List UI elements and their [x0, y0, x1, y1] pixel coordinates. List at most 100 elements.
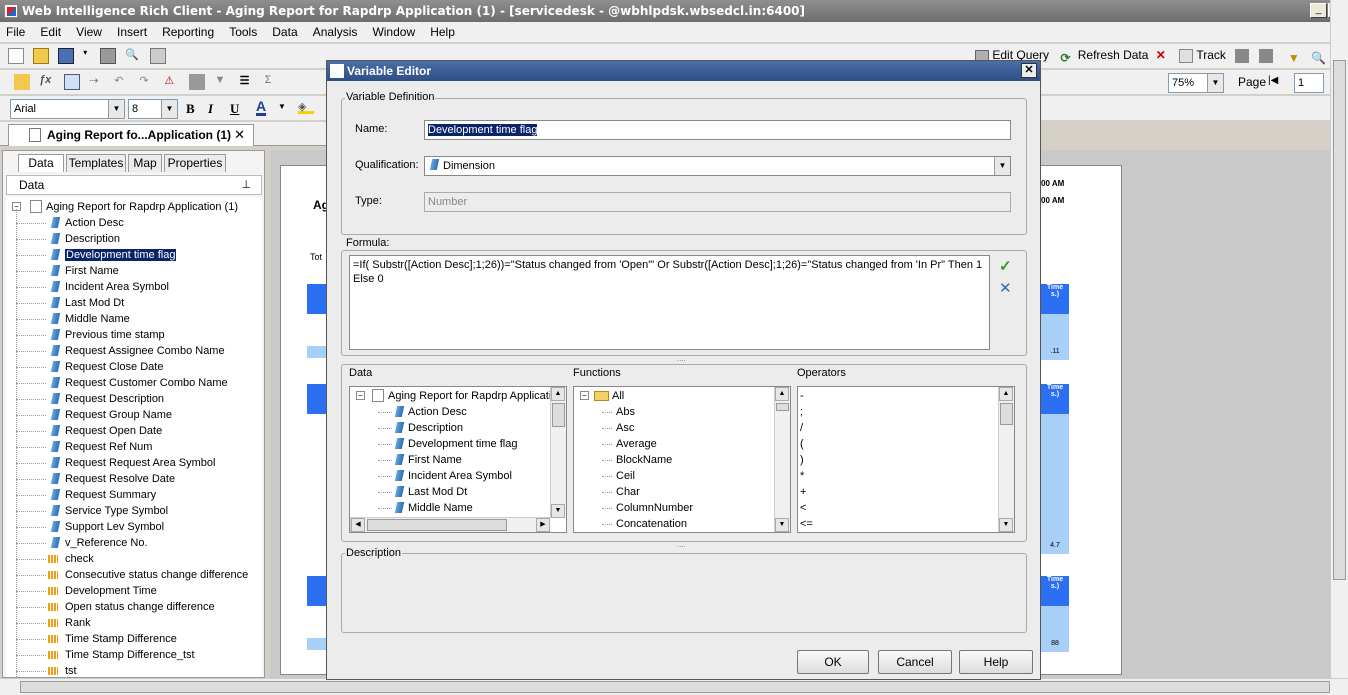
name-input[interactable]: Development time flag [424, 120, 1011, 140]
functions-root[interactable]: − All [578, 388, 624, 404]
drill-icon[interactable] [1235, 48, 1250, 63]
sort-icon[interactable]: ☰ [240, 74, 256, 90]
font-color-dropdown-icon[interactable]: ▼ [278, 102, 286, 111]
tab-properties[interactable]: Properties [164, 154, 226, 172]
function-item[interactable]: Asc [574, 420, 634, 436]
link-icon[interactable]: ⇢ [89, 74, 105, 90]
tree-item-dimension[interactable]: Request Customer Combo Name [6, 375, 262, 391]
tree-item-measure[interactable]: Consecutive status change difference [6, 567, 262, 583]
tree-item-measure[interactable]: tst [6, 663, 262, 677]
main-vscroll-thumb[interactable] [1333, 60, 1346, 580]
scroll-up-icon[interactable]: ▲ [551, 387, 565, 401]
dialog-close-button[interactable]: ✕ [1021, 63, 1037, 78]
tree-item-dimension[interactable]: Description [6, 231, 262, 247]
data-palette-item[interactable]: Middle Name [350, 500, 473, 516]
tree-item-measure[interactable]: check [6, 551, 262, 567]
tree-item-dimension[interactable]: Support Lev Symbol [6, 519, 262, 535]
operator-item[interactable]: - [800, 388, 804, 404]
tree-item-dimension[interactable]: Incident Area Symbol [6, 279, 262, 295]
formula-editor[interactable]: =If( Substr([Action Desc];1;26))="Status… [349, 255, 990, 350]
first-page-icon[interactable]: |◀ [1268, 75, 1278, 86]
operators-list[interactable]: -; /() * + < <= ▲ ▼ [797, 386, 1015, 533]
font-size-combo[interactable]: 8 ▼ [128, 99, 178, 119]
main-horizontal-scrollbar[interactable] [0, 678, 1348, 695]
drill-options-icon[interactable] [1258, 48, 1273, 63]
scroll-up-icon[interactable]: ▲ [775, 387, 789, 401]
list-vertical-scrollbar[interactable]: ▲ ▼ [550, 387, 566, 518]
scroll-down-icon[interactable]: ▼ [551, 504, 565, 518]
tree-item-measure[interactable]: Open status change difference [6, 599, 262, 615]
tree-item-dimension[interactable]: Request Ref Num [6, 439, 262, 455]
ranking-icon[interactable] [189, 74, 206, 90]
save-icon[interactable] [58, 48, 75, 64]
function-item[interactable]: Abs [574, 404, 635, 420]
zoom-combo[interactable]: 75% ▼ [1168, 73, 1224, 93]
tree-item-measure[interactable]: Rank [6, 615, 262, 631]
sum-icon[interactable]: Σ [265, 74, 281, 90]
font-color-icon[interactable]: A [256, 99, 267, 116]
tree-item-dimension[interactable]: Last Mod Dt [6, 295, 262, 311]
data-palette-item[interactable]: Incident Area Symbol [350, 468, 512, 484]
data-palette-item[interactable]: Description [350, 420, 463, 436]
save-dropdown-icon[interactable]: ▾ [83, 48, 91, 64]
find-icon[interactable]: 🔍 [125, 48, 141, 64]
document-tab[interactable]: Aging Report fo...Application (1) ✕ [8, 124, 254, 146]
tree-item-dimension[interactable]: Request Assignee Combo Name [6, 343, 262, 359]
list-vertical-scrollbar[interactable]: ▲ ▼ [774, 387, 790, 532]
tree-item-dimension[interactable]: Request Close Date [6, 359, 262, 375]
filter-icon[interactable]: ▼ [215, 74, 231, 90]
splitter-handle-2[interactable]: .... [677, 540, 686, 549]
menu-insert[interactable]: Insert [111, 22, 153, 42]
alerter-icon[interactable]: ⚠ [164, 74, 180, 90]
filter-bar-icon[interactable]: ▼ [1288, 49, 1302, 65]
function-item[interactable]: ColumnNumber [574, 500, 693, 516]
page-number-input[interactable]: 1 [1294, 73, 1324, 93]
minimize-button[interactable]: _ [1310, 3, 1327, 18]
formula-icon[interactable]: ƒx [39, 74, 55, 90]
splitter-handle-1[interactable]: .... [677, 354, 686, 363]
scroll-down-icon[interactable]: ▼ [999, 518, 1013, 532]
operator-item[interactable]: ( [800, 436, 804, 452]
menu-tools[interactable]: Tools [223, 22, 263, 42]
function-item[interactable]: Ceil [574, 468, 635, 484]
underline-icon[interactable]: U [230, 101, 239, 117]
zoom-dropdown-icon[interactable]: ▼ [1207, 74, 1223, 92]
tab-data[interactable]: Data [18, 154, 64, 172]
operator-item[interactable]: ; [800, 404, 803, 420]
tree-item-dimension[interactable]: Request Summary [6, 487, 262, 503]
tree-root[interactable]: − Aging Report for Rapdrp Application (1) [12, 199, 238, 215]
new-icon[interactable] [8, 48, 24, 64]
main-hscroll-thumb[interactable] [20, 681, 1330, 693]
data-palette-item[interactable]: First Name [350, 452, 462, 468]
tree-item-dimension[interactable]: Request Request Area Symbol [6, 455, 262, 471]
redo-icon[interactable]: ↷ [139, 74, 155, 90]
list-vertical-scrollbar[interactable]: ▲ ▼ [998, 387, 1014, 532]
qualification-dropdown-icon[interactable]: ▼ [994, 157, 1010, 175]
menu-analysis[interactable]: Analysis [307, 22, 364, 42]
undo-icon[interactable]: ↶ [114, 74, 130, 90]
tree-item-measure[interactable]: Time Stamp Difference [6, 631, 262, 647]
function-item[interactable]: Char [574, 484, 640, 500]
tree-item-dimension[interactable]: Middle Name [6, 311, 262, 327]
font-size-dropdown-icon[interactable]: ▼ [161, 100, 177, 118]
menu-help[interactable]: Help [424, 22, 461, 42]
pin-icon[interactable]: ⊥ [241, 176, 251, 194]
operator-item[interactable]: * [800, 468, 804, 484]
menu-view[interactable]: View [70, 22, 108, 42]
tree-item-dimension[interactable]: Request Open Date [6, 423, 262, 439]
menu-window[interactable]: Window [366, 22, 421, 42]
menu-reporting[interactable]: Reporting [156, 22, 220, 42]
functions-list[interactable]: − All Abs Asc Average BlockName Ceil Char Column… [573, 386, 791, 533]
operator-item[interactable]: + [800, 484, 806, 500]
cancel-button[interactable]: Cancel [878, 650, 952, 674]
help-button[interactable]: Help [959, 650, 1033, 674]
qualification-select[interactable]: Dimension ▼ [424, 156, 1011, 176]
insert-report-icon[interactable] [14, 74, 30, 90]
menu-data[interactable]: Data [266, 22, 303, 42]
operator-item[interactable]: < [800, 500, 806, 516]
print-icon[interactable] [100, 48, 117, 64]
data-palette-item[interactable]: Last Mod Dt [350, 484, 467, 500]
fill-color-icon[interactable]: ◈ [298, 100, 314, 114]
tree-item-dimension[interactable]: Request Description [6, 391, 262, 407]
open-icon[interactable] [33, 48, 50, 64]
